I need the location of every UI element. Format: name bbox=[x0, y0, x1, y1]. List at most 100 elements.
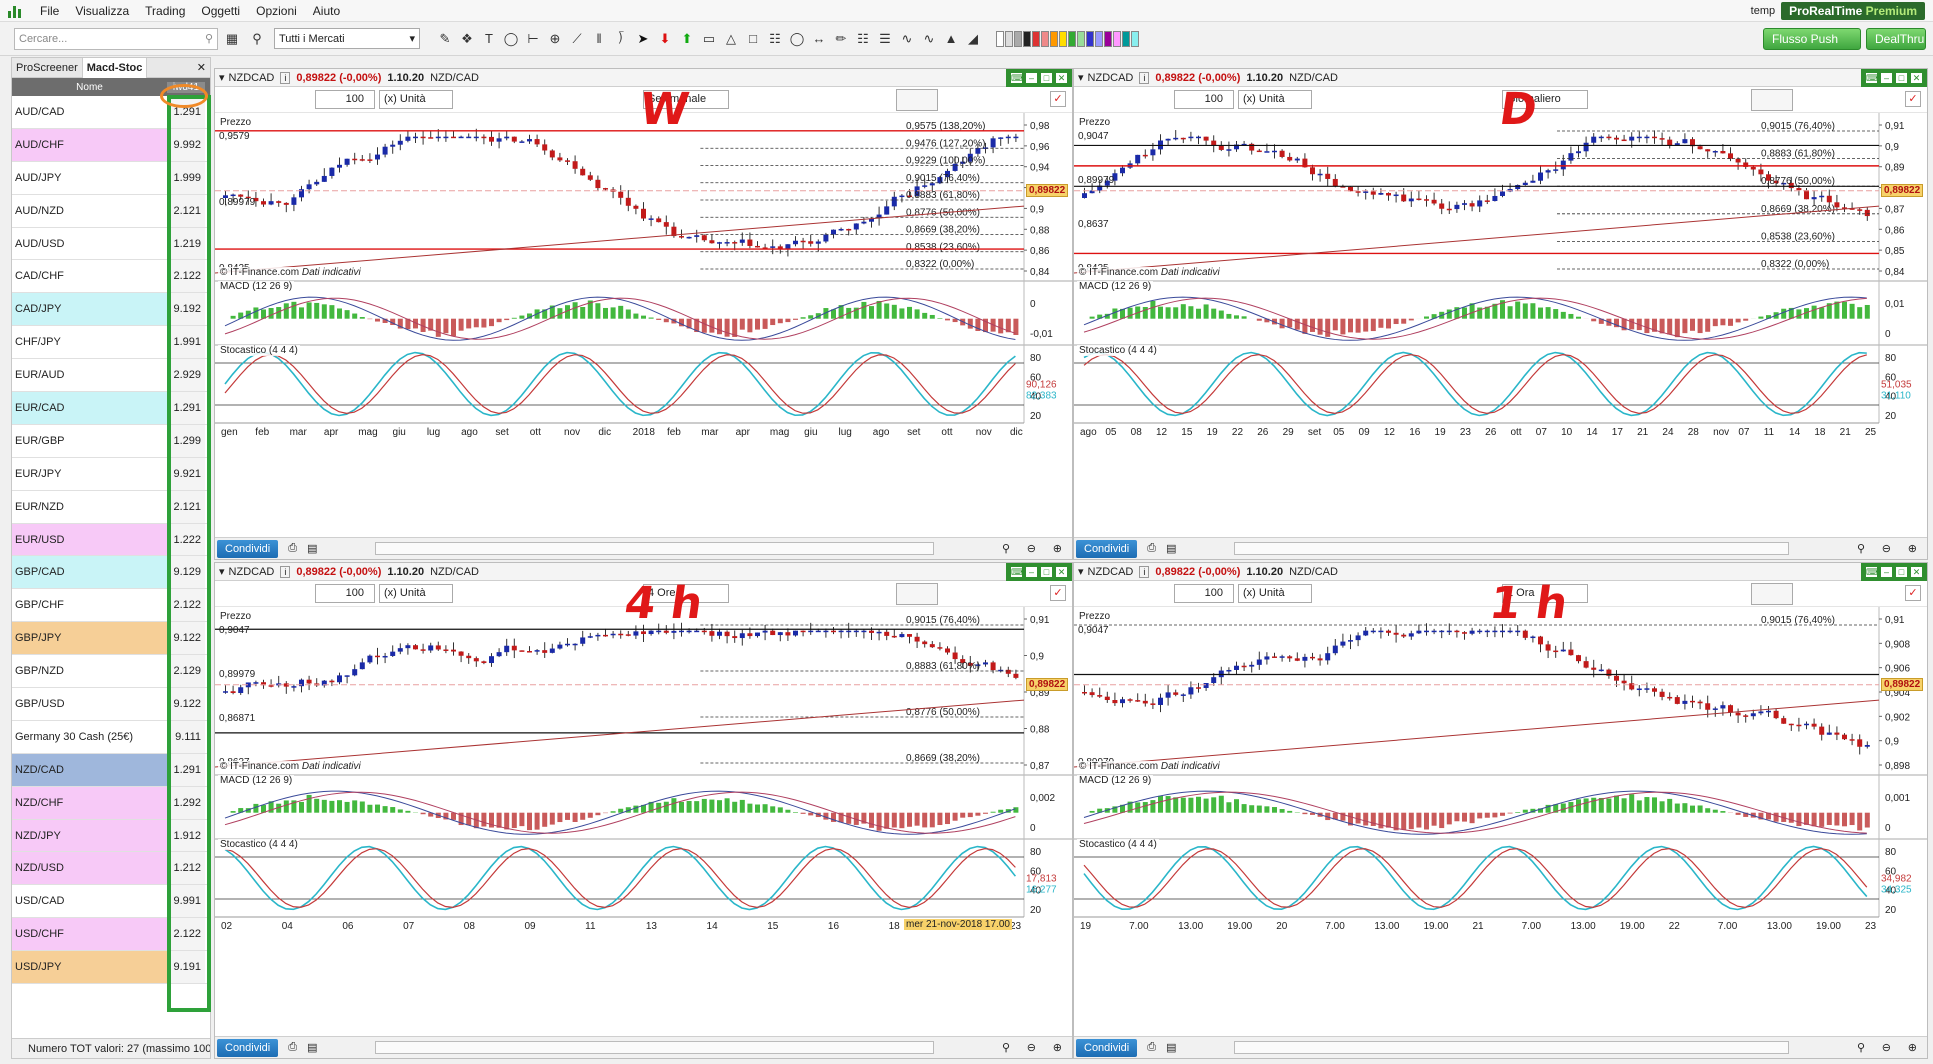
color-palette[interactable] bbox=[996, 30, 1139, 47]
close-icon[interactable]: ✕ bbox=[1910, 566, 1923, 578]
text-tool-icon[interactable]: T bbox=[478, 31, 500, 47]
market-select[interactable]: Tutti i Mercati ▾ bbox=[274, 28, 420, 49]
unit-select[interactable]: (x) Unità bbox=[379, 584, 453, 603]
price-pane-label[interactable]: Prezzo bbox=[218, 611, 254, 622]
pencil-icon[interactable]: ✏ bbox=[830, 31, 852, 47]
maximize-icon[interactable]: □ bbox=[1895, 566, 1908, 578]
pitchfork-icon[interactable]: ☰ bbox=[874, 31, 896, 47]
quantity-stepper[interactable]: 100 bbox=[315, 90, 375, 109]
menu-options[interactable]: Opzioni bbox=[248, 4, 305, 18]
trade-icon[interactable]: ✓ bbox=[1050, 91, 1066, 107]
zoom-fit-icon[interactable]: ⚲ bbox=[1857, 1041, 1865, 1054]
share-button[interactable]: Condividi bbox=[217, 539, 279, 558]
rectangle-icon[interactable]: ▭ bbox=[698, 31, 720, 47]
chart-type-icon[interactable] bbox=[896, 583, 938, 605]
stoch-pane-label[interactable]: Stocastico (4 4 4) bbox=[1077, 345, 1159, 356]
chart-type-icon[interactable] bbox=[1751, 583, 1793, 605]
fan-icon[interactable]: ◢ bbox=[962, 31, 984, 47]
chevron-down-icon[interactable]: ▾ bbox=[219, 565, 225, 578]
keyboard-icon[interactable]: ⌨ bbox=[1865, 566, 1879, 578]
indicator-icon[interactable]: ▤ bbox=[307, 542, 317, 555]
zoom-in-icon[interactable]: ⊕ bbox=[1053, 542, 1062, 555]
print-icon[interactable]: ⎙ bbox=[1147, 542, 1156, 555]
macd-pane-label[interactable]: MACD (12 26 9) bbox=[218, 775, 295, 786]
triangle-icon[interactable]: △ bbox=[720, 31, 742, 47]
gann-icon[interactable]: ☷ bbox=[852, 31, 874, 47]
stoch-pane-label[interactable]: Stocastico (4 4 4) bbox=[218, 839, 300, 850]
macd-pane-label[interactable]: MACD (12 26 9) bbox=[1077, 281, 1154, 292]
chart-area[interactable]: 0,910,90,890,880,870,860,850,840,9015 (7… bbox=[1074, 113, 1928, 539]
quantity-stepper[interactable]: 100 bbox=[1174, 584, 1234, 603]
time-scrollbar[interactable] bbox=[1234, 1041, 1789, 1054]
minimize-icon[interactable]: – bbox=[1025, 566, 1038, 578]
stoch-pane-label[interactable]: Stocastico (4 4 4) bbox=[218, 345, 300, 356]
tab-macd-stoc[interactable]: Macd-Stoc bbox=[82, 57, 148, 78]
trade-icon[interactable]: ✓ bbox=[1905, 585, 1921, 601]
info-icon[interactable]: i bbox=[1139, 71, 1150, 84]
maximize-icon[interactable]: □ bbox=[1895, 72, 1908, 84]
print-icon[interactable]: ⎙ bbox=[288, 1041, 297, 1054]
chevron-down-icon[interactable]: ▾ bbox=[219, 71, 225, 84]
price-pane-label[interactable]: Prezzo bbox=[1077, 117, 1113, 128]
arrow-right-icon[interactable]: ➤ bbox=[632, 31, 654, 47]
search-input[interactable]: Cercare... ⚲ bbox=[14, 27, 218, 50]
indicator-icon[interactable]: ▤ bbox=[307, 1041, 317, 1054]
indicator-icon[interactable]: ▤ bbox=[1166, 542, 1176, 555]
line-icon[interactable]: ⟌ bbox=[610, 31, 632, 47]
column-name-header[interactable]: Nome bbox=[12, 82, 167, 93]
trade-icon[interactable]: ✓ bbox=[1905, 91, 1921, 107]
minimize-icon[interactable]: – bbox=[1880, 566, 1893, 578]
zoom-fit-icon[interactable]: ⚲ bbox=[1002, 1041, 1010, 1054]
zoom-out-icon[interactable]: ⊖ bbox=[1882, 1041, 1891, 1054]
chart-symbol[interactable]: NZDCAD bbox=[1088, 72, 1134, 84]
dealthru-button[interactable]: DealThru bbox=[1866, 28, 1926, 50]
quantity-stepper[interactable]: 100 bbox=[315, 584, 375, 603]
macd-pane-label[interactable]: MACD (12 26 9) bbox=[1077, 775, 1154, 786]
pattern-icon[interactable]: ▲ bbox=[940, 31, 962, 47]
share-button[interactable]: Condividi bbox=[1076, 539, 1138, 558]
chart-type-icon[interactable] bbox=[1751, 89, 1793, 111]
indicator-icon[interactable]: ▤ bbox=[1166, 1041, 1176, 1054]
price-pane-label[interactable]: Prezzo bbox=[218, 117, 254, 128]
channel-icon[interactable]: ‖ bbox=[588, 31, 610, 47]
macd-pane-label[interactable]: MACD (12 26 9) bbox=[218, 281, 295, 292]
close-icon[interactable]: ✕ bbox=[1055, 72, 1068, 84]
search-icon[interactable]: ⚲ bbox=[205, 32, 213, 45]
wave-icon[interactable]: ∿ bbox=[896, 31, 918, 47]
close-icon[interactable]: ✕ bbox=[1910, 72, 1923, 84]
close-icon[interactable]: ✕ bbox=[197, 61, 210, 74]
scanner-icon[interactable]: ⚲ bbox=[246, 28, 268, 50]
menu-objects[interactable]: Oggetti bbox=[193, 4, 248, 18]
keyboard-icon[interactable]: ⌨ bbox=[1010, 566, 1024, 578]
chevron-down-icon[interactable]: ▾ bbox=[1078, 565, 1084, 578]
box-icon[interactable]: □ bbox=[742, 31, 764, 47]
zoom-out-icon[interactable]: ⊖ bbox=[1027, 1041, 1036, 1054]
ellipse-icon[interactable]: ◯ bbox=[786, 31, 808, 47]
fibonacci-icon[interactable]: ☷ bbox=[764, 31, 786, 47]
share-button[interactable]: Condividi bbox=[1076, 1038, 1138, 1057]
user-name[interactable]: temp bbox=[1751, 5, 1775, 17]
chart-panel-daily[interactable]: ▾ NZDCAD i 0,89822 (-0,00%) 1.10.20 NZD/… bbox=[1073, 68, 1928, 560]
tab-proscreener[interactable]: ProScreener bbox=[12, 57, 83, 78]
chart-type-icon[interactable] bbox=[896, 89, 938, 111]
info-icon[interactable]: i bbox=[1139, 565, 1150, 578]
time-scrollbar[interactable] bbox=[375, 1041, 934, 1054]
zoom-in-icon[interactable]: ⊕ bbox=[1908, 1041, 1917, 1054]
chart-symbol[interactable]: NZDCAD bbox=[229, 72, 275, 84]
stoch-pane-label[interactable]: Stocastico (4 4 4) bbox=[1077, 839, 1159, 850]
chart-area[interactable]: 0,910,9080,9060,9040,9020,90,8980,9015 (… bbox=[1074, 607, 1928, 1038]
zoom-in-icon[interactable]: ⊕ bbox=[1053, 1041, 1062, 1054]
hline-icon[interactable]: ⊢ bbox=[522, 31, 544, 47]
trade-icon[interactable]: ✓ bbox=[1050, 585, 1066, 601]
maximize-icon[interactable]: □ bbox=[1040, 72, 1053, 84]
zoom-out-icon[interactable]: ⊖ bbox=[1027, 542, 1036, 555]
push-flow-button[interactable]: Flusso Push bbox=[1763, 28, 1861, 50]
chart-symbol[interactable]: NZDCAD bbox=[229, 566, 275, 578]
zoom-fit-icon[interactable]: ⚲ bbox=[1002, 542, 1010, 555]
cursor-icon[interactable]: ❖ bbox=[456, 31, 478, 47]
arrow-up-icon[interactable]: ⬆ bbox=[676, 31, 698, 47]
unit-select[interactable]: (x) Unità bbox=[1238, 584, 1312, 603]
chart-panel-weekly[interactable]: ▾ NZDCAD i 0,89822 (-0,00%) 1.10.20 NZD/… bbox=[214, 68, 1073, 560]
measure-icon[interactable]: ↔ bbox=[808, 31, 830, 47]
maximize-icon[interactable]: □ bbox=[1040, 566, 1053, 578]
